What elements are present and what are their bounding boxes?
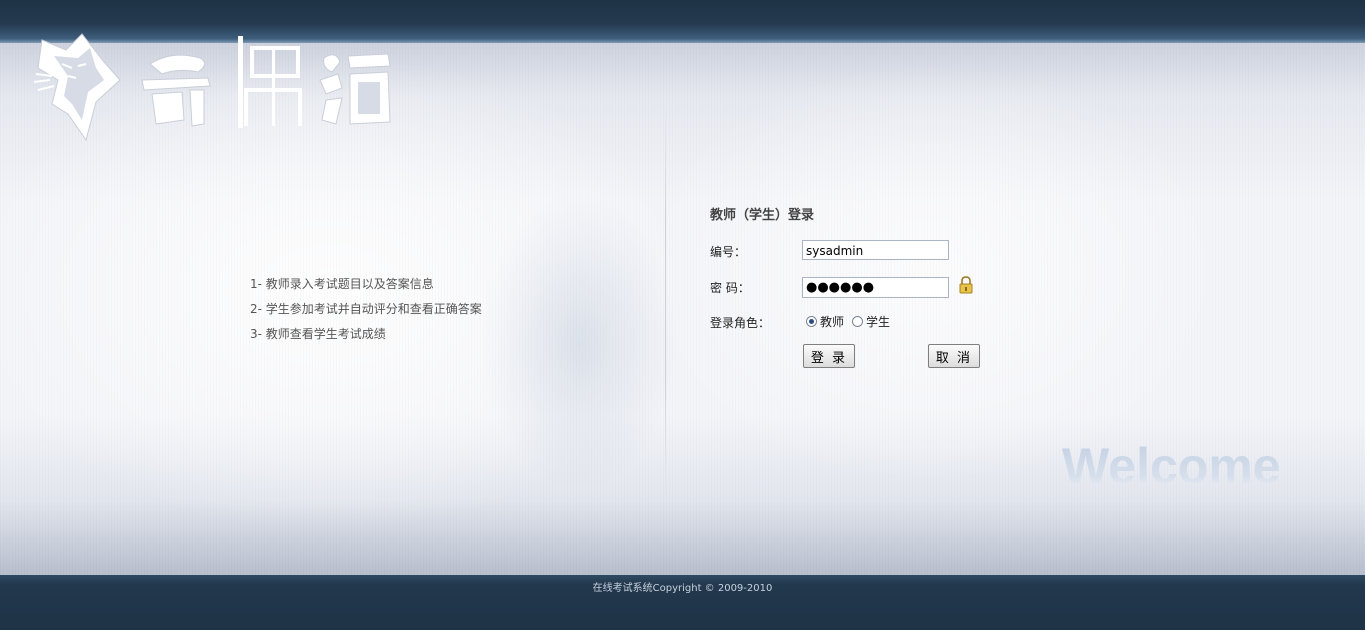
welcome-text: Welcome xyxy=(1062,438,1281,494)
feature-list: 1- 教师录入考试题目以及答案信息 2- 学生参加考试并自动评分和查看正确答案 … xyxy=(250,276,482,351)
logo-title xyxy=(141,36,391,128)
login-title: 教师（学生）登录 xyxy=(710,208,815,223)
role-label: 登录角色： xyxy=(710,316,771,330)
feature-item: 1- 教师录入考试题目以及答案信息 xyxy=(250,277,434,291)
password-input[interactable]: ●●●●●● xyxy=(802,277,949,298)
cancel-button[interactable]: 取 消 xyxy=(928,344,980,368)
role-teacher-radio[interactable] xyxy=(806,316,817,327)
feature-item: 2- 学生参加考试并自动评分和查看正确答案 xyxy=(250,302,482,316)
background-haze xyxy=(480,193,680,493)
vertical-divider xyxy=(665,103,666,503)
role-teacher-label[interactable]: 教师 xyxy=(820,315,844,329)
site-logo xyxy=(33,33,391,142)
login-button[interactable]: 登 录 xyxy=(803,344,855,368)
feature-item: 3- 教师查看学生考试成绩 xyxy=(250,327,386,341)
role-student-radio[interactable] xyxy=(852,316,864,327)
password-label: 密 码： xyxy=(710,281,750,295)
id-label: 编号： xyxy=(710,245,747,259)
role-student-label[interactable]: 学生 xyxy=(866,315,890,329)
welcome-watermark: Welcome xyxy=(1062,438,1281,494)
cat-logo-icon xyxy=(33,33,121,142)
lock-icon xyxy=(959,276,973,294)
copyright-text: 在线考试系统Copyright © 2009-2010 xyxy=(592,583,773,594)
role-radio-group: 教师 学生 xyxy=(806,313,898,330)
id-input[interactable]: sysadmin xyxy=(802,240,949,260)
